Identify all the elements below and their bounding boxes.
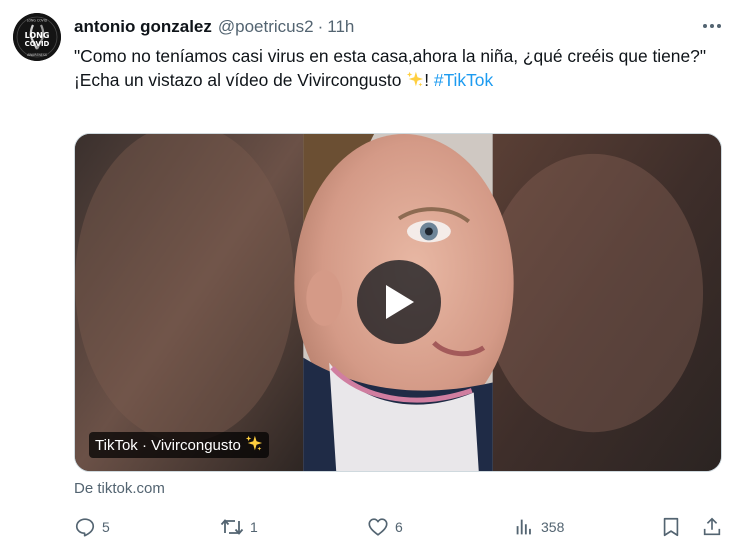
tweet-text-line2-suffix: ! (424, 70, 434, 90)
like-button[interactable]: 6 (367, 510, 403, 544)
tweet-text-line2-prefix: ¡Echa un vistazo al vídeo de Vivircongus… (74, 70, 407, 90)
avatar-top-text: LONG COVID (27, 19, 48, 23)
separator-dot: · (317, 17, 324, 36)
action-bar: 5 1 6 358 (74, 510, 724, 544)
bookmark-button[interactable] (660, 510, 682, 544)
like-count: 6 (395, 519, 403, 535)
more-icon (703, 24, 721, 28)
tweet: LONG COVID LONG COVID AWARENESS antonio … (0, 0, 746, 556)
author-handle[interactable]: @poetricus2 (218, 17, 314, 37)
sparkle-emoji-icon (245, 434, 263, 456)
heart-icon (368, 518, 388, 536)
tweet-header: antonio gonzalez @poetricus2 · 11h (74, 16, 354, 38)
reply-icon (75, 518, 95, 537)
bookmark-icon (663, 517, 679, 537)
repost-count: 1 (250, 519, 258, 535)
video-card[interactable]: TikTok · Vivircongusto (74, 133, 722, 472)
video-source-label: TikTok · Vivircongusto (89, 432, 269, 458)
tweet-text: "Como no teníamos casi virus en esta cas… (74, 44, 714, 94)
avatar-bottom-text: AWARENESS (27, 53, 47, 57)
reply-button[interactable]: 5 (74, 510, 110, 544)
long-covid-avatar-image: LONG COVID LONG COVID AWARENESS (13, 13, 61, 61)
views-button[interactable]: 358 (513, 510, 564, 544)
link-source[interactable]: De tiktok.com (74, 480, 165, 497)
more-options-button[interactable] (699, 14, 725, 38)
tweet-text-line1: "Como no teníamos casi virus en esta cas… (74, 46, 706, 66)
avatar-line2: COVID (25, 40, 50, 48)
views-count: 358 (541, 519, 565, 535)
share-icon (703, 517, 721, 536)
avatar[interactable]: LONG COVID LONG COVID AWARENESS (13, 13, 61, 61)
repost-button[interactable]: 1 (220, 510, 258, 544)
video-source-label-text: TikTok · Vivircongusto (95, 436, 241, 454)
sparkle-emoji-icon (406, 70, 424, 94)
tweet-text-line2: ¡Echa un vistazo al vídeo de Vivircongus… (74, 68, 714, 94)
author-name[interactable]: antonio gonzalez (74, 17, 212, 37)
tweet-time[interactable]: 11h (327, 17, 354, 37)
reply-count: 5 (102, 519, 110, 535)
repost-icon (220, 519, 244, 535)
play-button[interactable] (357, 260, 441, 344)
share-button[interactable] (701, 510, 723, 544)
views-icon (516, 519, 531, 535)
hashtag-link[interactable]: #TikTok (434, 70, 493, 90)
play-icon (386, 285, 414, 319)
avatar-line1: LONG (25, 31, 50, 40)
